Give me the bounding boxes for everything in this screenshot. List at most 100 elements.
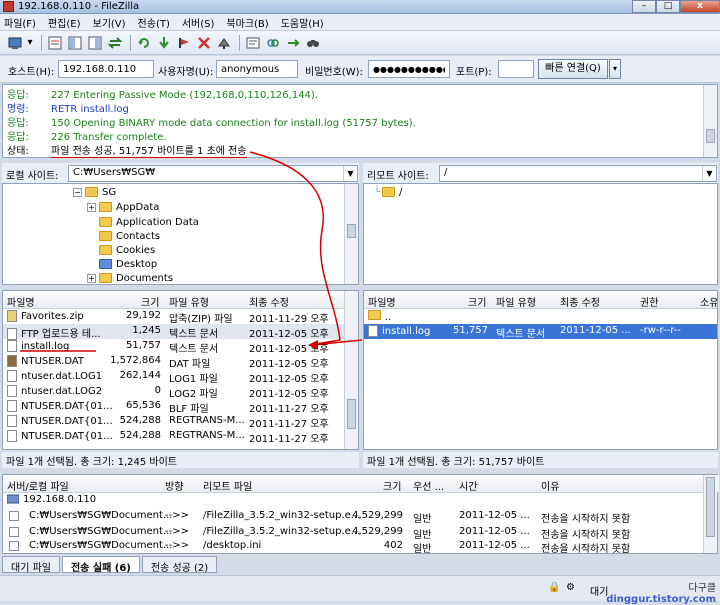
collapse-icon[interactable]: − <box>73 187 82 197</box>
process-queue-icon[interactable] <box>155 34 172 51</box>
minimize-button[interactable]: – <box>632 0 656 13</box>
remote-parent-row[interactable]: .. <box>364 309 717 324</box>
transfer-queue[interactable]: 서버/로컬 파일 방향 리모트 파일 크기 우선 ... 시간 이유 192.1… <box>2 474 719 555</box>
cancel-operation-icon[interactable] <box>175 34 192 51</box>
scroll-thumb[interactable] <box>347 224 356 238</box>
dropdown-arrow-icon[interactable]: ▾ <box>26 34 34 51</box>
queue-row-checkbox[interactable] <box>9 527 19 537</box>
column-time[interactable]: 시간 <box>459 478 477 493</box>
column-remote-file[interactable]: 리모트 파일 <box>203 478 252 493</box>
column-modified[interactable]: 최종 수정 <box>249 294 289 309</box>
menu-view[interactable]: 보기(V) <box>93 15 126 30</box>
column-size[interactable]: 크기 <box>468 294 486 309</box>
expand-icon[interactable]: + <box>87 202 96 212</box>
toggle-queue-icon[interactable] <box>106 34 123 51</box>
chevron-down-icon[interactable]: ▼ <box>343 166 357 181</box>
column-permissions[interactable]: 권한 <box>640 294 658 309</box>
queue-row[interactable]: C:₩Users₩SG₩Document... -->> /desktop.in… <box>3 539 703 555</box>
local-file-row[interactable]: NTUSER.DAT{01... 65,536 BLF 파일 2011-11-2… <box>3 399 346 415</box>
remote-file-row-selected[interactable]: install.log 51,757 텍스트 문서 2011-12-05 ...… <box>364 324 717 340</box>
local-path-combo[interactable]: C:₩Users₩SG₩ ▼ <box>68 165 358 182</box>
menu-transfer[interactable]: 전송(T) <box>138 15 170 30</box>
reconnect-icon[interactable] <box>215 34 232 51</box>
local-file-list[interactable]: 파일명 크기 파일 유형 최종 수정 Favorites.zip 29,192 … <box>2 290 359 450</box>
folder-icon <box>99 231 112 241</box>
search-remote-files-icon[interactable] <box>304 34 321 51</box>
menu-server[interactable]: 서버(S) <box>182 15 215 30</box>
tree-item-root[interactable]: └ / <box>374 185 402 199</box>
local-file-row-selected[interactable]: FTP 업로드용 테... 1,245 텍스트 문서 2011-12-05 오후 <box>3 324 346 340</box>
remote-file-list[interactable]: 파일명 크기 파일 유형 최종 수정 권한 소유 .. install.log … <box>363 290 718 450</box>
scroll-thumb[interactable] <box>347 399 356 429</box>
close-button[interactable]: x <box>680 0 720 13</box>
local-file-row[interactable]: install.log 51,757 텍스트 문서 2011-12-05 오후 <box>3 339 346 355</box>
directory-listing-filter-icon[interactable] <box>244 34 261 51</box>
column-owner[interactable]: 소유 <box>700 294 717 309</box>
column-direction[interactable]: 방향 <box>165 478 183 493</box>
site-manager-icon[interactable] <box>6 34 23 51</box>
queue-row[interactable]: C:₩Users₩SG₩Document... -->> /FileZilla_… <box>3 509 703 525</box>
column-size[interactable]: 크기 <box>383 478 401 493</box>
column-type[interactable]: 파일 유형 <box>169 294 209 309</box>
log-scroll-thumb[interactable] <box>706 129 715 143</box>
message-log[interactable]: 응답: 227 Entering Passive Mode (192,168,0,… <box>2 84 718 158</box>
queue-scrollbar[interactable] <box>703 475 717 553</box>
menu-file[interactable]: 파일(F) <box>4 15 36 30</box>
remote-path-combo[interactable]: / ▼ <box>439 165 717 182</box>
menu-edit[interactable]: 편집(E) <box>48 15 81 30</box>
tree-item-contacts[interactable]: Contacts <box>99 229 160 243</box>
password-input[interactable] <box>368 60 450 78</box>
tree-item-application-data[interactable]: Application Data <box>99 215 199 229</box>
menu-help[interactable]: 도움말(H) <box>281 15 324 30</box>
toggle-sync-browsing-icon[interactable] <box>264 34 281 51</box>
scroll-thumb[interactable] <box>706 477 715 537</box>
host-label: 호스트(H): <box>8 67 55 78</box>
column-server-local[interactable]: 서버/로컬 파일 <box>7 478 69 493</box>
tree-item-appdata[interactable]: + AppData <box>87 200 159 214</box>
refresh-icon[interactable] <box>135 34 152 51</box>
column-priority[interactable]: 우선 ... <box>413 478 444 493</box>
column-modified[interactable]: 최종 수정 <box>560 294 600 309</box>
maximize-button[interactable]: □ <box>656 0 680 13</box>
local-file-row[interactable]: ntuser.dat.LOG1 262,144 LOG1 파일 2011-12-… <box>3 369 346 385</box>
toggle-local-tree-icon[interactable] <box>66 34 83 51</box>
tree-item-sg[interactable]: − SG <box>73 185 116 199</box>
local-file-row[interactable]: NTUSER.DAT 1,572,864 DAT 파일 2011-12-05 오… <box>3 354 346 370</box>
tab-successful-transfers[interactable]: 전송 성공 (2) <box>141 556 218 574</box>
log-scrollbar[interactable] <box>703 85 717 157</box>
disconnect-icon[interactable] <box>195 34 212 51</box>
tab-failed-transfers[interactable]: 전송 실패 (6) <box>61 556 140 574</box>
menu-bookmarks[interactable]: 북마크(B) <box>226 15 268 30</box>
expand-icon[interactable]: + <box>87 273 96 283</box>
quickconnect-button[interactable]: 빠른 연결(Q) <box>538 59 608 79</box>
quickconnect-dropdown-button[interactable]: ▾ <box>609 59 621 79</box>
column-filename[interactable]: 파일명 <box>7 294 35 309</box>
toggle-remote-tree-icon[interactable] <box>86 34 103 51</box>
tree-item-cookies[interactable]: Cookies <box>99 243 155 257</box>
remote-directory-tree[interactable]: └ / <box>363 183 718 285</box>
local-list-scrollbar[interactable] <box>344 291 358 449</box>
tab-queued-files[interactable]: 대기 파일 <box>2 556 60 574</box>
column-reason[interactable]: 이유 <box>541 478 559 493</box>
local-file-row[interactable]: NTUSER.DAT{01... 524,288 REGTRANS-M... 2… <box>3 414 346 430</box>
local-file-row[interactable]: Favorites.zip 29,192 압축(ZIP) 파일 2011-11-… <box>3 309 346 325</box>
tree-item-desktop[interactable]: Desktop <box>99 257 157 271</box>
local-file-row[interactable]: ntuser.dat.LOG2 0 LOG2 파일 2011-12-05 오후 <box>3 384 346 400</box>
directory-comparison-icon[interactable] <box>284 34 301 51</box>
local-tree-scrollbar[interactable] <box>344 184 358 284</box>
chevron-down-icon[interactable]: ▼ <box>702 166 716 181</box>
column-size[interactable]: 크기 <box>141 294 159 309</box>
queue-server-row[interactable]: 192.168.0.110 <box>3 493 703 509</box>
queue-row-checkbox[interactable] <box>9 511 19 521</box>
port-input[interactable] <box>498 60 534 78</box>
folder-icon <box>99 217 112 227</box>
toggle-log-icon[interactable] <box>46 34 63 51</box>
local-directory-tree[interactable]: − SG + AppData Application Data Contacts C… <box>2 183 359 285</box>
username-input[interactable] <box>216 60 298 78</box>
queue-row-checkbox[interactable] <box>9 541 19 551</box>
host-input[interactable] <box>58 60 154 78</box>
tree-item-documents[interactable]: + Documents <box>87 271 173 285</box>
local-file-row[interactable]: NTUSER.DAT{01... 524,288 REGTRANS-M... 2… <box>3 429 346 445</box>
column-type[interactable]: 파일 유형 <box>496 294 536 309</box>
column-filename[interactable]: 파일명 <box>368 294 396 309</box>
